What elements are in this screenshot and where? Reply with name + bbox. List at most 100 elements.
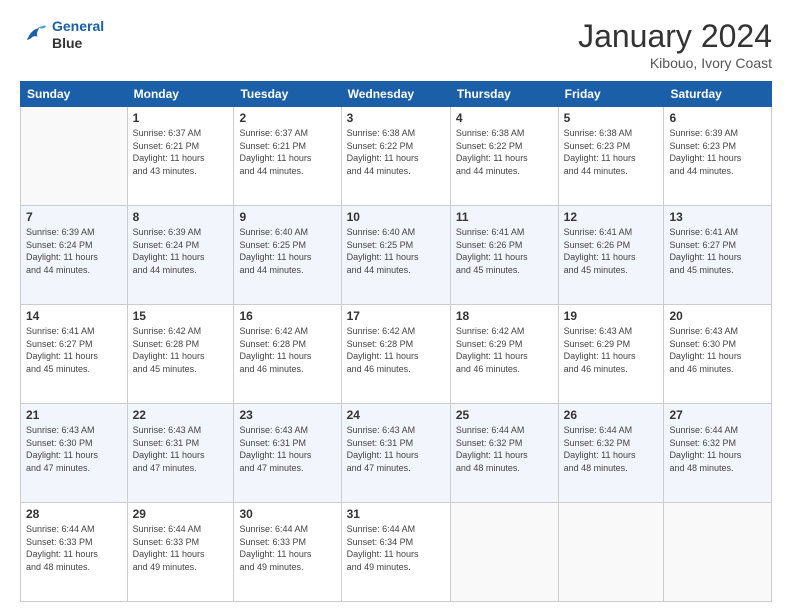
calendar-cell: 1 Sunrise: 6:37 AM Sunset: 6:21 PM Daylig… (127, 107, 234, 206)
day-number: 5 (564, 111, 659, 125)
calendar-cell: 18Sunrise: 6:42 AM Sunset: 6:29 PM Dayli… (450, 305, 558, 404)
day-number: 8 (133, 210, 229, 224)
col-header-saturday: Saturday (664, 82, 772, 107)
day-number: 14 (26, 309, 122, 323)
calendar-cell: 8Sunrise: 6:39 AM Sunset: 6:24 PM Daylig… (127, 206, 234, 305)
col-header-tuesday: Tuesday (234, 82, 341, 107)
day-info: Sunrise: 6:44 AM Sunset: 6:32 PM Dayligh… (456, 424, 553, 474)
calendar: SundayMondayTuesdayWednesdayThursdayFrid… (20, 81, 772, 602)
day-number: 23 (239, 408, 335, 422)
day-number: 26 (564, 408, 659, 422)
day-number: 31 (347, 507, 445, 521)
day-info: Sunrise: 6:37 AM Sunset: 6:21 PM Dayligh… (133, 127, 229, 177)
calendar-cell: 27 Sunrise: 6:44 AM Sunset: 6:32 PM Dayli… (664, 404, 772, 503)
day-info: Sunrise: 6:42 AM Sunset: 6:28 PM Dayligh… (347, 325, 445, 375)
calendar-row-1: 1 Sunrise: 6:37 AM Sunset: 6:21 PM Daylig… (21, 107, 772, 206)
day-info: Sunrise: 6:44 AM Sunset: 6:33 PM Dayligh… (26, 523, 122, 573)
calendar-row-2: 7 Sunrise: 6:39 AM Sunset: 6:24 PM Daylig… (21, 206, 772, 305)
calendar-cell: 22 Sunrise: 6:43 AM Sunset: 6:31 PM Dayli… (127, 404, 234, 503)
calendar-cell (558, 503, 664, 602)
day-info: Sunrise: 6:41 AM Sunset: 6:27 PM Dayligh… (26, 325, 122, 375)
day-info: Sunrise: 6:43 AM Sunset: 6:29 PM Dayligh… (564, 325, 659, 375)
calendar-cell: 16 Sunrise: 6:42 AM Sunset: 6:28 PM Dayli… (234, 305, 341, 404)
day-info: Sunrise: 6:44 AM Sunset: 6:32 PM Dayligh… (669, 424, 766, 474)
day-info: Sunrise: 6:41 AM Sunset: 6:26 PM Dayligh… (456, 226, 553, 276)
day-info: Sunrise: 6:44 AM Sunset: 6:33 PM Dayligh… (133, 523, 229, 573)
calendar-cell (664, 503, 772, 602)
calendar-cell: 5Sunrise: 6:38 AM Sunset: 6:23 PM Daylig… (558, 107, 664, 206)
day-number: 29 (133, 507, 229, 521)
day-info: Sunrise: 6:43 AM Sunset: 6:31 PM Dayligh… (347, 424, 445, 474)
day-number: 6 (669, 111, 766, 125)
calendar-cell: 4Sunrise: 6:38 AM Sunset: 6:22 PM Daylig… (450, 107, 558, 206)
day-info: Sunrise: 6:38 AM Sunset: 6:22 PM Dayligh… (347, 127, 445, 177)
day-info: Sunrise: 6:40 AM Sunset: 6:25 PM Dayligh… (239, 226, 335, 276)
calendar-cell: 20 Sunrise: 6:43 AM Sunset: 6:30 PM Dayli… (664, 305, 772, 404)
calendar-cell: 25 Sunrise: 6:44 AM Sunset: 6:32 PM Dayli… (450, 404, 558, 503)
month-title: January 2024 (578, 18, 772, 55)
calendar-row-4: 21 Sunrise: 6:43 AM Sunset: 6:30 PM Dayli… (21, 404, 772, 503)
calendar-cell: 7 Sunrise: 6:39 AM Sunset: 6:24 PM Daylig… (21, 206, 128, 305)
day-info: Sunrise: 6:42 AM Sunset: 6:28 PM Dayligh… (239, 325, 335, 375)
day-number: 15 (133, 309, 229, 323)
calendar-cell: 6Sunrise: 6:39 AM Sunset: 6:23 PM Daylig… (664, 107, 772, 206)
day-number: 13 (669, 210, 766, 224)
calendar-cell: 19 Sunrise: 6:43 AM Sunset: 6:29 PM Dayli… (558, 305, 664, 404)
day-number: 20 (669, 309, 766, 323)
day-number: 4 (456, 111, 553, 125)
calendar-cell: 29 Sunrise: 6:44 AM Sunset: 6:33 PM Dayli… (127, 503, 234, 602)
day-number: 25 (456, 408, 553, 422)
logo: General Blue (20, 18, 104, 52)
day-number: 16 (239, 309, 335, 323)
day-number: 21 (26, 408, 122, 422)
calendar-cell: 13 Sunrise: 6:41 AM Sunset: 6:27 PM Dayli… (664, 206, 772, 305)
day-number: 2 (239, 111, 335, 125)
calendar-cell (21, 107, 128, 206)
location-title: Kibouo, Ivory Coast (578, 55, 772, 71)
day-info: Sunrise: 6:40 AM Sunset: 6:25 PM Dayligh… (347, 226, 445, 276)
calendar-row-5: 28 Sunrise: 6:44 AM Sunset: 6:33 PM Dayli… (21, 503, 772, 602)
day-info: Sunrise: 6:37 AM Sunset: 6:21 PM Dayligh… (239, 127, 335, 177)
day-info: Sunrise: 6:44 AM Sunset: 6:34 PM Dayligh… (347, 523, 445, 573)
day-number: 18 (456, 309, 553, 323)
day-info: Sunrise: 6:41 AM Sunset: 6:26 PM Dayligh… (564, 226, 659, 276)
title-block: January 2024 Kibouo, Ivory Coast (578, 18, 772, 71)
day-number: 11 (456, 210, 553, 224)
day-number: 7 (26, 210, 122, 224)
day-number: 12 (564, 210, 659, 224)
day-number: 19 (564, 309, 659, 323)
day-info: Sunrise: 6:39 AM Sunset: 6:24 PM Dayligh… (26, 226, 122, 276)
page: General Blue January 2024 Kibouo, Ivory … (0, 0, 792, 612)
day-number: 17 (347, 309, 445, 323)
calendar-cell: 21 Sunrise: 6:43 AM Sunset: 6:30 PM Dayli… (21, 404, 128, 503)
calendar-cell: 14 Sunrise: 6:41 AM Sunset: 6:27 PM Dayli… (21, 305, 128, 404)
col-header-monday: Monday (127, 82, 234, 107)
calendar-cell (450, 503, 558, 602)
calendar-cell: 23 Sunrise: 6:43 AM Sunset: 6:31 PM Dayli… (234, 404, 341, 503)
calendar-cell: 12 Sunrise: 6:41 AM Sunset: 6:26 PM Dayli… (558, 206, 664, 305)
col-header-sunday: Sunday (21, 82, 128, 107)
calendar-cell: 24Sunrise: 6:43 AM Sunset: 6:31 PM Dayli… (341, 404, 450, 503)
day-info: Sunrise: 6:44 AM Sunset: 6:33 PM Dayligh… (239, 523, 335, 573)
day-number: 28 (26, 507, 122, 521)
col-header-friday: Friday (558, 82, 664, 107)
calendar-row-3: 14 Sunrise: 6:41 AM Sunset: 6:27 PM Dayli… (21, 305, 772, 404)
col-header-wednesday: Wednesday (341, 82, 450, 107)
calendar-cell: 26Sunrise: 6:44 AM Sunset: 6:32 PM Dayli… (558, 404, 664, 503)
day-info: Sunrise: 6:43 AM Sunset: 6:31 PM Dayligh… (133, 424, 229, 474)
calendar-header-row: SundayMondayTuesdayWednesdayThursdayFrid… (21, 82, 772, 107)
day-number: 22 (133, 408, 229, 422)
day-number: 27 (669, 408, 766, 422)
day-number: 10 (347, 210, 445, 224)
day-number: 3 (347, 111, 445, 125)
day-info: Sunrise: 6:41 AM Sunset: 6:27 PM Dayligh… (669, 226, 766, 276)
day-info: Sunrise: 6:43 AM Sunset: 6:30 PM Dayligh… (26, 424, 122, 474)
day-number: 9 (239, 210, 335, 224)
day-number: 1 (133, 111, 229, 125)
header: General Blue January 2024 Kibouo, Ivory … (20, 18, 772, 71)
logo-text: General Blue (52, 18, 104, 52)
day-info: Sunrise: 6:43 AM Sunset: 6:31 PM Dayligh… (239, 424, 335, 474)
calendar-cell: 15Sunrise: 6:42 AM Sunset: 6:28 PM Dayli… (127, 305, 234, 404)
calendar-cell: 30Sunrise: 6:44 AM Sunset: 6:33 PM Dayli… (234, 503, 341, 602)
day-info: Sunrise: 6:43 AM Sunset: 6:30 PM Dayligh… (669, 325, 766, 375)
